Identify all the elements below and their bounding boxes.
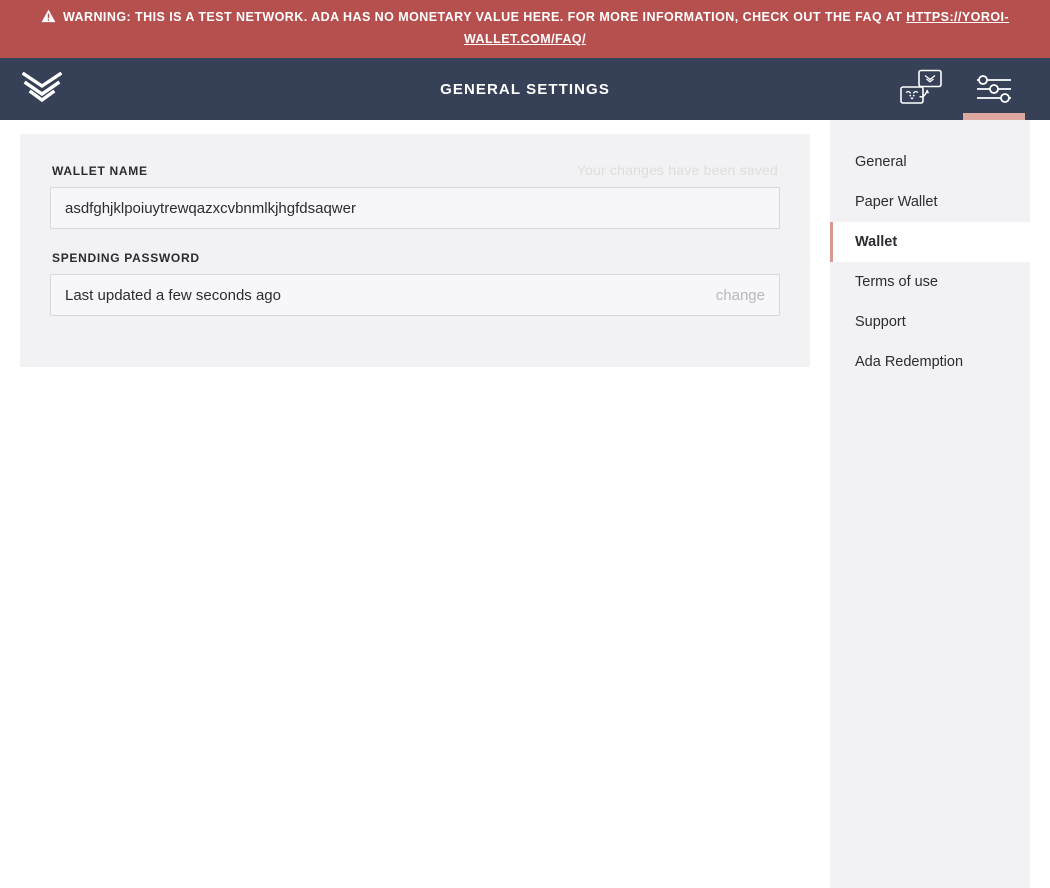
settings-sliders-icon (977, 75, 1011, 103)
test-network-warning-banner: WARNING: THIS IS A TEST NETWORK. ADA HAS… (0, 0, 1050, 58)
warning-triangle-icon (41, 9, 56, 29)
header-actions (886, 58, 1030, 120)
menu-item-paper-wallet[interactable]: Paper Wallet (830, 182, 1030, 222)
menu-item-terms-of-use[interactable]: Terms of use (830, 262, 1030, 302)
changes-saved-message: Your changes have been saved (576, 162, 778, 178)
app-header: GENERAL SETTINGS (0, 58, 1050, 120)
menu-item-wallet[interactable]: Wallet (830, 222, 1030, 262)
wallet-name-label: WALLET NAME (52, 164, 148, 178)
menu-item-label: General (855, 154, 907, 170)
yoroi-chevron-logo-icon (22, 72, 62, 103)
yoroi-logo[interactable] (22, 72, 62, 106)
menu-item-label: Ada Redemption (855, 354, 964, 370)
spending-password-row[interactable]: Last updated a few seconds ago change (50, 274, 780, 316)
wallet-name-header: WALLET NAME Your changes have been saved (50, 162, 780, 187)
wallet-switcher-button[interactable] (886, 58, 958, 120)
menu-item-ada-redemption[interactable]: Ada Redemption (830, 342, 1030, 382)
menu-item-general[interactable]: General (830, 142, 1030, 182)
wallet-switcher-icon (900, 69, 942, 104)
change-password-link[interactable]: change (716, 287, 765, 304)
warning-banner-content: WARNING: THIS IS A TEST NETWORK. ADA HAS… (20, 7, 1030, 49)
page-body: WALLET NAME Your changes have been saved… (0, 120, 1050, 888)
settings-menu: General Paper Wallet Wallet Terms of use… (830, 120, 1030, 888)
settings-content-column: WALLET NAME Your changes have been saved… (0, 120, 830, 367)
menu-item-label: Terms of use (855, 274, 938, 290)
menu-item-support[interactable]: Support (830, 302, 1030, 342)
warning-banner-text: WARNING: THIS IS A TEST NETWORK. ADA HAS… (62, 10, 903, 24)
menu-item-label: Support (855, 314, 906, 330)
spending-password-header: SPENDING PASSWORD (50, 251, 780, 274)
settings-button[interactable] (958, 58, 1030, 120)
wallet-settings-panel: WALLET NAME Your changes have been saved… (20, 134, 810, 367)
menu-item-label: Wallet (855, 234, 898, 250)
spending-password-label: SPENDING PASSWORD (52, 251, 200, 265)
wallet-name-input[interactable] (50, 187, 780, 229)
spending-password-status: Last updated a few seconds ago (65, 286, 281, 304)
menu-item-label: Paper Wallet (855, 194, 938, 210)
